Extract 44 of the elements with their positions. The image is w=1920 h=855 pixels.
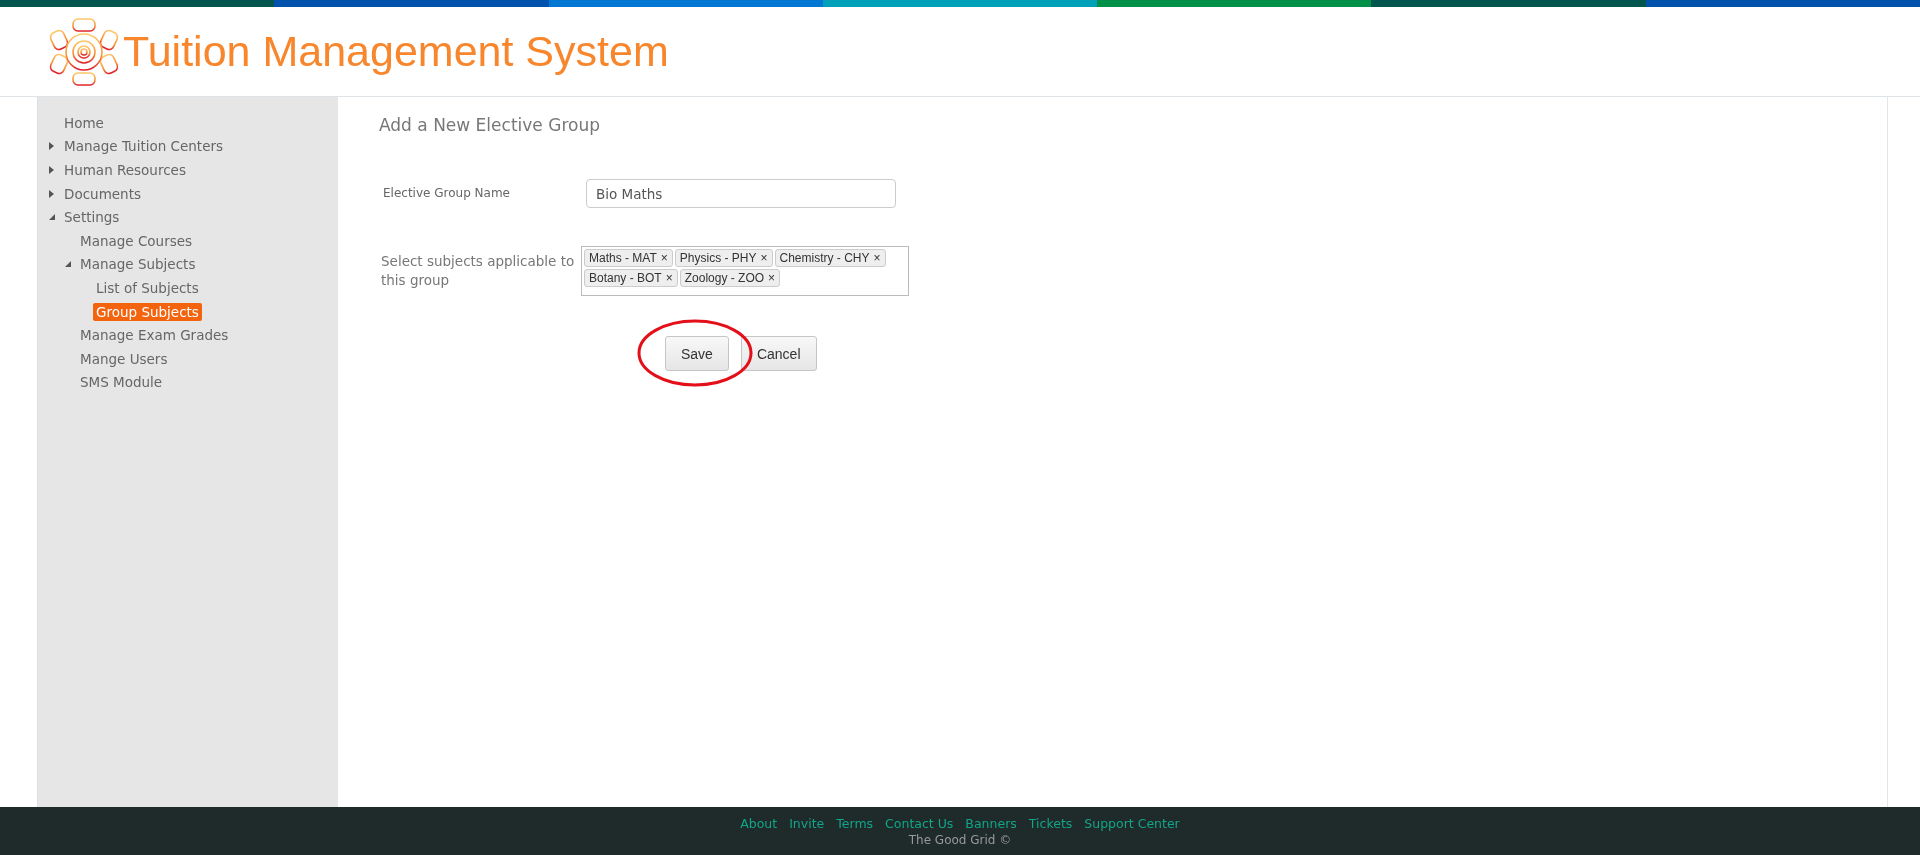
- remove-tag-button[interactable]: ×: [660, 251, 668, 265]
- sidebar-item[interactable]: Manage Courses: [77, 231, 196, 250]
- app-title: Tuition Management System: [123, 27, 669, 76]
- footer-link[interactable]: Contact Us: [885, 815, 954, 831]
- footer-link[interactable]: Tickets: [1028, 815, 1073, 831]
- footer-link[interactable]: About: [740, 815, 778, 831]
- tag-label: Chemistry - CHY: [779, 251, 870, 265]
- sidebar-item[interactable]: Settings: [61, 208, 123, 227]
- form-title: Add a New Elective Group: [379, 115, 601, 135]
- group-name-field[interactable]: Bio Maths: [586, 179, 896, 208]
- tag-label: Maths - MAT: [589, 251, 657, 265]
- caret-icon[interactable]: [49, 166, 55, 174]
- tag-label: Botany - BOT: [589, 271, 662, 285]
- caret-icon[interactable]: [65, 260, 71, 269]
- field-label: Select subjects applicable to this group: [381, 252, 576, 290]
- sidebar-item[interactable]: Manage Subjects: [77, 255, 199, 274]
- remove-tag-button[interactable]: ×: [873, 251, 881, 265]
- copyright-text: The Good Grid ©: [908, 832, 1012, 847]
- footer-link[interactable]: Terms: [836, 815, 874, 831]
- footer-link[interactable]: Support Center: [1084, 815, 1180, 831]
- sidebar-item[interactable]: Home: [61, 113, 107, 132]
- sidebar-item[interactable]: Group Subjects: [93, 302, 202, 321]
- footer-link[interactable]: Invite: [789, 815, 825, 831]
- remove-tag-button[interactable]: ×: [665, 271, 673, 285]
- tag-label: Physics - PHY: [679, 251, 757, 265]
- cancel-button[interactable]: Cancel: [740, 336, 817, 371]
- field-label: Elective Group Name: [383, 185, 511, 202]
- remove-tag-button[interactable]: ×: [760, 251, 768, 265]
- save-button[interactable]: Save: [665, 336, 729, 371]
- sidebar-item[interactable]: List of Subjects: [93, 278, 202, 297]
- subjects-field[interactable]: Maths - MAT × Physics - PHY × Chemistry - CHY × Botany - BOT × Zoology - ZOO ×: [581, 246, 909, 296]
- sidebar-item[interactable]: Manage Tuition Centers: [61, 137, 227, 156]
- sidebar-item[interactable]: Documents: [61, 184, 144, 203]
- sidebar-item[interactable]: Human Resources: [61, 161, 189, 179]
- remove-tag-button[interactable]: ×: [768, 271, 776, 285]
- caret-icon[interactable]: [49, 189, 55, 198]
- sidebar-item[interactable]: Mange Users: [77, 349, 171, 368]
- footer-link[interactable]: Banners: [965, 815, 1017, 831]
- caret-icon[interactable]: [49, 142, 55, 151]
- flower-logo-icon: [49, 16, 119, 87]
- sidebar-item[interactable]: Manage Exam Grades: [77, 326, 232, 345]
- caret-icon[interactable]: [49, 213, 55, 222]
- sidebar-item[interactable]: SMS Module: [77, 373, 166, 392]
- tag-label: Zoology - ZOO: [684, 271, 765, 285]
